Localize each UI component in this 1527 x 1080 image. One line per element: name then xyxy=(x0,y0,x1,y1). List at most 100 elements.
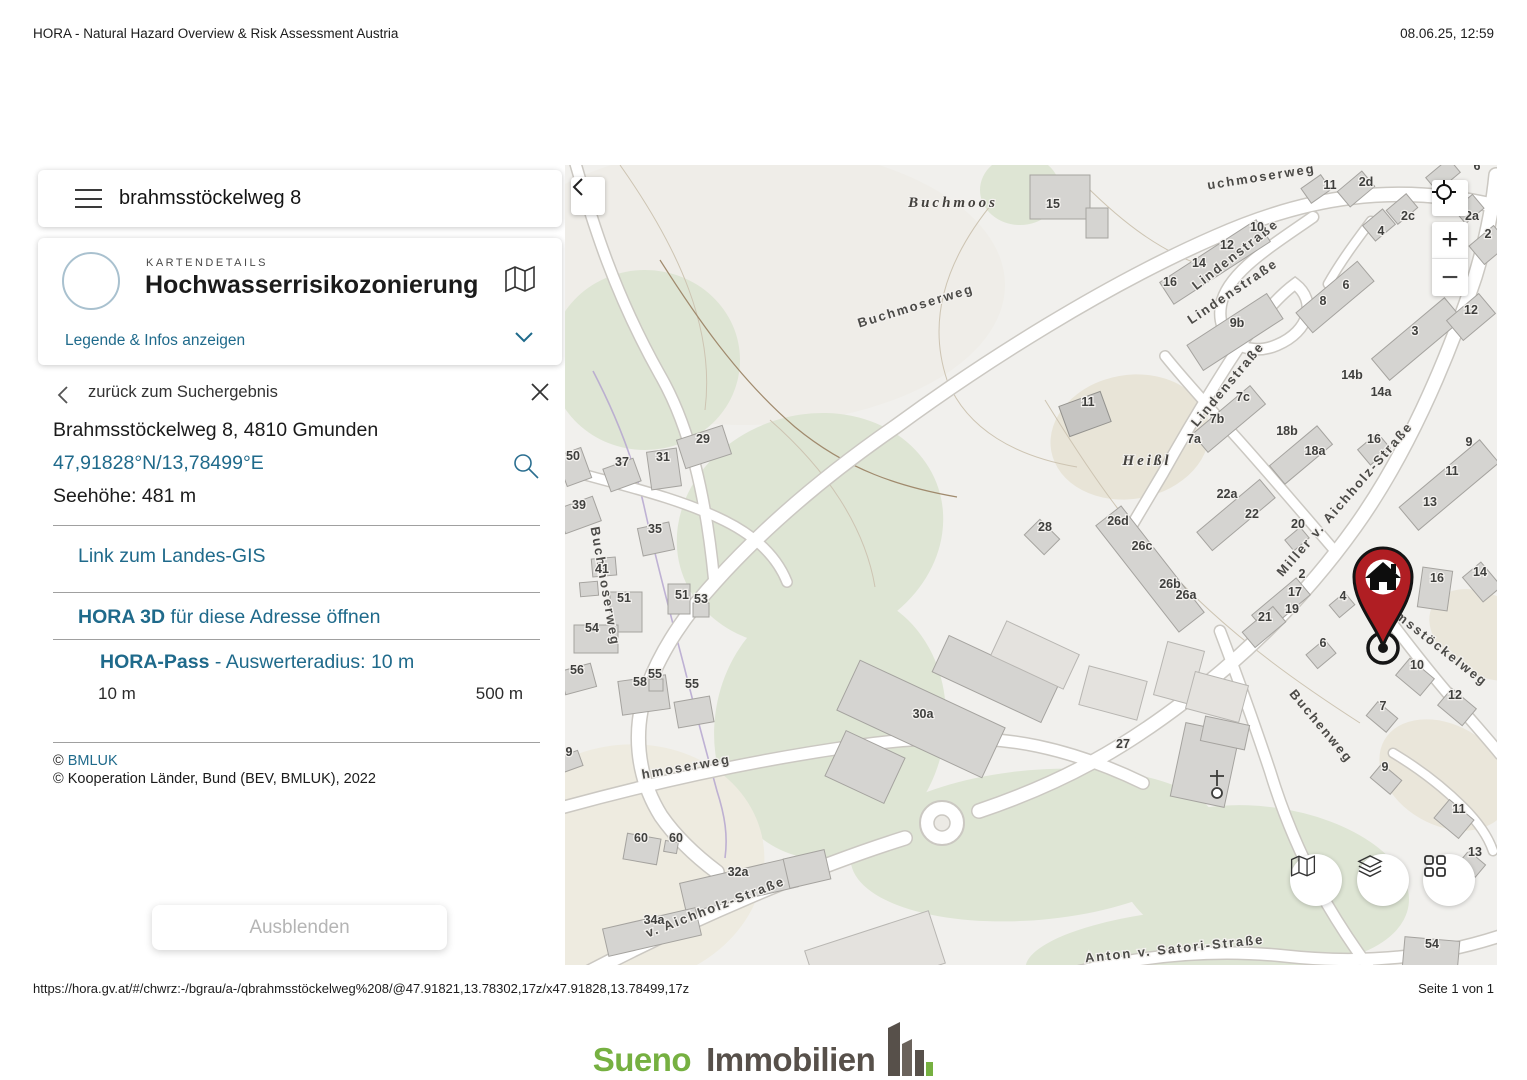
map-house-number: 32a xyxy=(728,865,750,879)
map-theme-circle-icon xyxy=(62,252,120,310)
map-house-number: 22a xyxy=(1217,487,1239,501)
map-house-number: 14a xyxy=(1371,385,1393,399)
search-bar[interactable]: brahmsstöckelweg 8 xyxy=(38,170,562,227)
divider xyxy=(53,742,540,743)
collapse-panel-button[interactable] xyxy=(571,177,605,215)
copyright-symbol: © xyxy=(53,753,68,769)
locate-button[interactable] xyxy=(1432,180,1468,216)
map-house-number: 16 xyxy=(1163,275,1177,289)
map-house-number: 7c xyxy=(1236,390,1250,404)
map-house-number: 12 xyxy=(1464,303,1478,317)
copyright-bmluk: © BMLUK xyxy=(53,753,118,769)
hora-3d-link[interactable]: HORA 3D für diese Adresse öffnen xyxy=(78,606,380,629)
folded-map-icon[interactable] xyxy=(504,265,536,298)
map-theme-title: Hochwasserrisikozonierung xyxy=(145,271,478,300)
map-house-number: 18b xyxy=(1276,424,1298,438)
map-house-number: 13 xyxy=(1468,845,1482,859)
kartendetails-card: KARTENDETAILS Hochwasserrisikozonierung … xyxy=(38,238,562,365)
company-logo: Sueno Immobilien xyxy=(0,1022,1527,1076)
map-house-number: 26a xyxy=(1176,588,1198,602)
layers-button[interactable] xyxy=(1357,854,1409,906)
map-house-number: 54 xyxy=(1425,937,1439,951)
hora-3d-rest: für diese Adresse öffnen xyxy=(165,606,380,628)
map-building xyxy=(579,581,598,597)
close-icon[interactable] xyxy=(529,381,551,408)
logo-text-immobilien: Immobilien xyxy=(706,1043,875,1076)
map-house-number: 6 xyxy=(1474,165,1481,173)
copyright-cooperation: © Kooperation Länder, Bund (BEV, BMLUK),… xyxy=(53,771,376,787)
map-house-number: 2d xyxy=(1359,175,1374,189)
map-house-number: 11 xyxy=(1452,802,1465,816)
map-house-number: 9 xyxy=(1382,760,1389,774)
map-house-number: 6 xyxy=(1320,636,1327,650)
map-house-number: 16 xyxy=(1367,432,1381,446)
map-house-number: 50 xyxy=(566,449,580,463)
back-chevron-icon[interactable] xyxy=(56,385,70,410)
map-building xyxy=(674,696,714,728)
page-title: HORA - Natural Hazard Overview & Risk As… xyxy=(33,26,398,41)
logo-buildings-icon xyxy=(884,1022,934,1076)
chevron-down-icon[interactable] xyxy=(514,330,534,348)
map-house-number: 9 xyxy=(566,745,573,759)
roundabout xyxy=(920,801,964,845)
map-house-number: 4 xyxy=(1340,589,1347,603)
logo-text-sueno: Sueno xyxy=(593,1043,691,1076)
print-footer: https://hora.gv.at/#/chwrz:-/bgrau/a-/qb… xyxy=(33,981,1494,996)
print-datetime: 08.06.25, 12:59 xyxy=(1400,26,1494,41)
map-house-number: 11 xyxy=(1323,178,1336,192)
map-house-number: 2 xyxy=(1299,567,1306,581)
map-house-number: 4 xyxy=(1378,224,1385,238)
result-address: Brahmsstöckelweg 8, 4810 Gmunden xyxy=(53,419,378,442)
map-house-number: 11 xyxy=(1445,464,1458,478)
map-house-number: 30a xyxy=(913,707,935,721)
map-house-number: 18a xyxy=(1305,444,1327,458)
back-to-results-link[interactable]: zurück zum Suchergebnis xyxy=(88,383,278,402)
map-place-label: Buchmoos xyxy=(907,195,998,211)
landes-gis-link[interactable]: Link zum Landes-GIS xyxy=(78,545,266,568)
map-graphic: BuchmoserweguchmoserwegBuchmoserweghmose… xyxy=(565,165,1497,965)
map-house-number: 6 xyxy=(1343,278,1350,292)
map-house-number: 15 xyxy=(1046,197,1060,211)
map-house-number: 26d xyxy=(1107,514,1129,528)
map-house-number: 28 xyxy=(1038,520,1052,534)
map-house-number: 22 xyxy=(1245,507,1259,521)
map-building xyxy=(1086,208,1108,238)
map-house-number: 29 xyxy=(696,432,710,446)
map-house-number: 14b xyxy=(1341,368,1363,382)
result-coordinates-link[interactable]: 47,91828°N/13,78499°E xyxy=(53,452,264,475)
map-house-number: 13 xyxy=(1423,495,1437,509)
zoom-in-button[interactable]: + xyxy=(1432,222,1468,259)
map-house-number: 7b xyxy=(1210,412,1225,426)
basemap-button[interactable] xyxy=(1290,854,1342,906)
map-house-number: 31 xyxy=(656,450,670,464)
bmluk-link[interactable]: BMLUK xyxy=(68,753,118,769)
map-house-number: 60 xyxy=(669,831,683,845)
map-house-number: 21 xyxy=(1258,610,1272,624)
map-house-number: 55 xyxy=(685,677,699,691)
map-house-number: 16 xyxy=(1430,571,1444,585)
layers-icon xyxy=(1357,854,1383,880)
map-house-number: 10 xyxy=(1250,220,1264,234)
map-place-label: Heißl xyxy=(1121,453,1171,469)
map-house-number: 58 xyxy=(633,675,647,689)
legend-toggle[interactable]: Legende & Infos anzeigen xyxy=(65,332,245,350)
map-house-number: 53 xyxy=(694,592,708,606)
map-building xyxy=(1030,175,1090,219)
print-header: HORA - Natural Hazard Overview & Risk As… xyxy=(33,26,1494,41)
hide-panel-button[interactable]: Ausblenden xyxy=(152,905,447,950)
map-house-number: 34a xyxy=(644,913,666,927)
apps-grid-button[interactable] xyxy=(1423,854,1475,906)
map-canvas[interactable]: BuchmoserweguchmoserwegBuchmoserweghmose… xyxy=(565,165,1497,965)
map-house-number: 8 xyxy=(1320,294,1327,308)
menu-icon[interactable] xyxy=(75,189,102,208)
divider xyxy=(53,525,540,526)
map-house-number: 60 xyxy=(634,831,648,845)
zoom-out-button[interactable]: − xyxy=(1432,259,1468,296)
radius-min-label: 10 m xyxy=(98,684,136,704)
search-icon[interactable] xyxy=(512,452,540,485)
hora-pass-link[interactable]: HORA-Pass - Auswerteradius: 10 m xyxy=(100,651,414,674)
map-house-number: 10 xyxy=(1410,658,1424,672)
map-house-number: 54 xyxy=(585,621,599,635)
map-house-number: 7a xyxy=(1187,432,1202,446)
search-input[interactable]: brahmsstöckelweg 8 xyxy=(119,187,301,210)
